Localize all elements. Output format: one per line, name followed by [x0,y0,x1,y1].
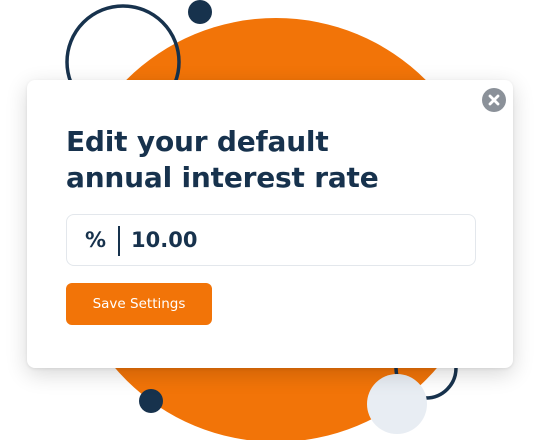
field-divider [118,226,120,256]
navy-dot-bottom [139,389,163,413]
interest-rate-field[interactable]: % [66,214,476,266]
navy-dot-top [188,0,212,24]
save-settings-button[interactable]: Save Settings [66,283,212,325]
percent-unit-label: % [85,228,107,252]
close-x-icon [488,94,500,106]
interest-rate-input[interactable] [131,223,451,257]
dialog-title-line-1: Edit your default [66,125,329,158]
edit-interest-rate-dialog: Edit your default annual interest rate %… [27,80,513,368]
pale-circle [367,374,427,434]
dialog-title-line-2: annual interest rate [66,161,379,194]
dialog-title: Edit your default annual interest rate [66,124,466,196]
close-button[interactable] [482,88,506,112]
